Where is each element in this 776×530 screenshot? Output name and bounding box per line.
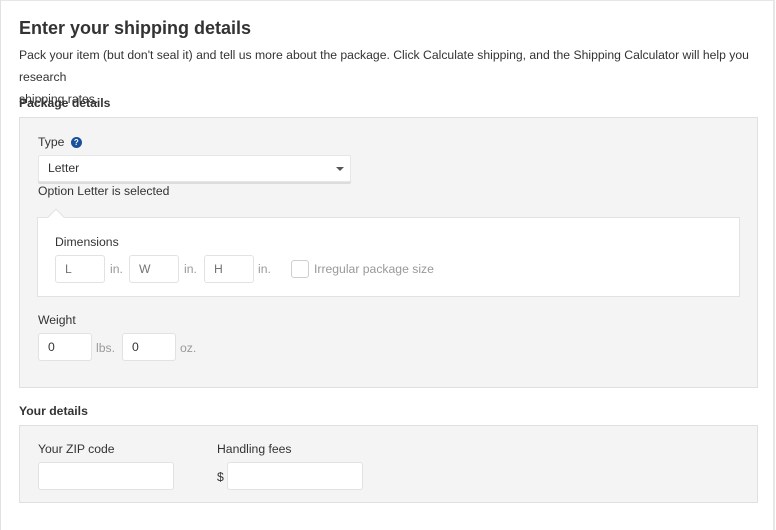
package-type-selected: Letter: [48, 161, 80, 175]
handling-fees-input[interactable]: [227, 462, 363, 490]
type-label: Type: [38, 135, 65, 149]
irregular-package-label[interactable]: Irregular package size: [314, 262, 434, 276]
package-details-heading: Package details: [19, 96, 111, 110]
currency-symbol: $: [217, 470, 224, 484]
your-details-heading: Your details: [19, 404, 88, 418]
weight-lbs-unit: lbs.: [96, 341, 115, 355]
pointer-notch: [47, 208, 65, 226]
dimensions-label: Dimensions: [55, 235, 119, 249]
irregular-package-checkbox[interactable]: [291, 260, 309, 278]
intro-text: Pack your item (but don't seal it) and t…: [19, 44, 759, 110]
page-title: Enter your shipping details: [19, 18, 252, 38]
your-details-panel: Your ZIP code Handling fees $: [19, 425, 758, 503]
package-type-select[interactable]: Letter: [38, 155, 351, 182]
height-unit: in.: [258, 262, 271, 276]
question-circle-icon[interactable]: ?: [70, 137, 82, 148]
chevron-down-icon: [336, 167, 344, 171]
intro-line-1: Pack your item (but don't seal it) and t…: [19, 48, 749, 84]
weight-oz-unit: oz.: [180, 341, 197, 355]
length-unit: in.: [110, 262, 123, 276]
zip-code-label: Your ZIP code: [38, 442, 115, 456]
weight-label: Weight: [38, 313, 76, 327]
weight-oz-input[interactable]: [122, 333, 176, 361]
type-select-status: Option Letter is selected: [38, 184, 170, 198]
package-details-panel: Type ? Letter Option Letter is selected …: [19, 117, 758, 388]
width-input[interactable]: [129, 255, 179, 283]
length-input[interactable]: [55, 255, 105, 283]
width-unit: in.: [184, 262, 197, 276]
weight-lbs-input[interactable]: [38, 333, 92, 361]
type-label-row: Type ?: [38, 135, 82, 149]
zip-code-input[interactable]: [38, 462, 174, 490]
shipping-details-page: Enter your shipping details Pack your it…: [0, 0, 775, 530]
dimensions-box: Dimensions in. in. in. Irregular package…: [37, 208, 740, 297]
height-input[interactable]: [204, 255, 254, 283]
handling-fees-label: Handling fees: [217, 442, 292, 456]
